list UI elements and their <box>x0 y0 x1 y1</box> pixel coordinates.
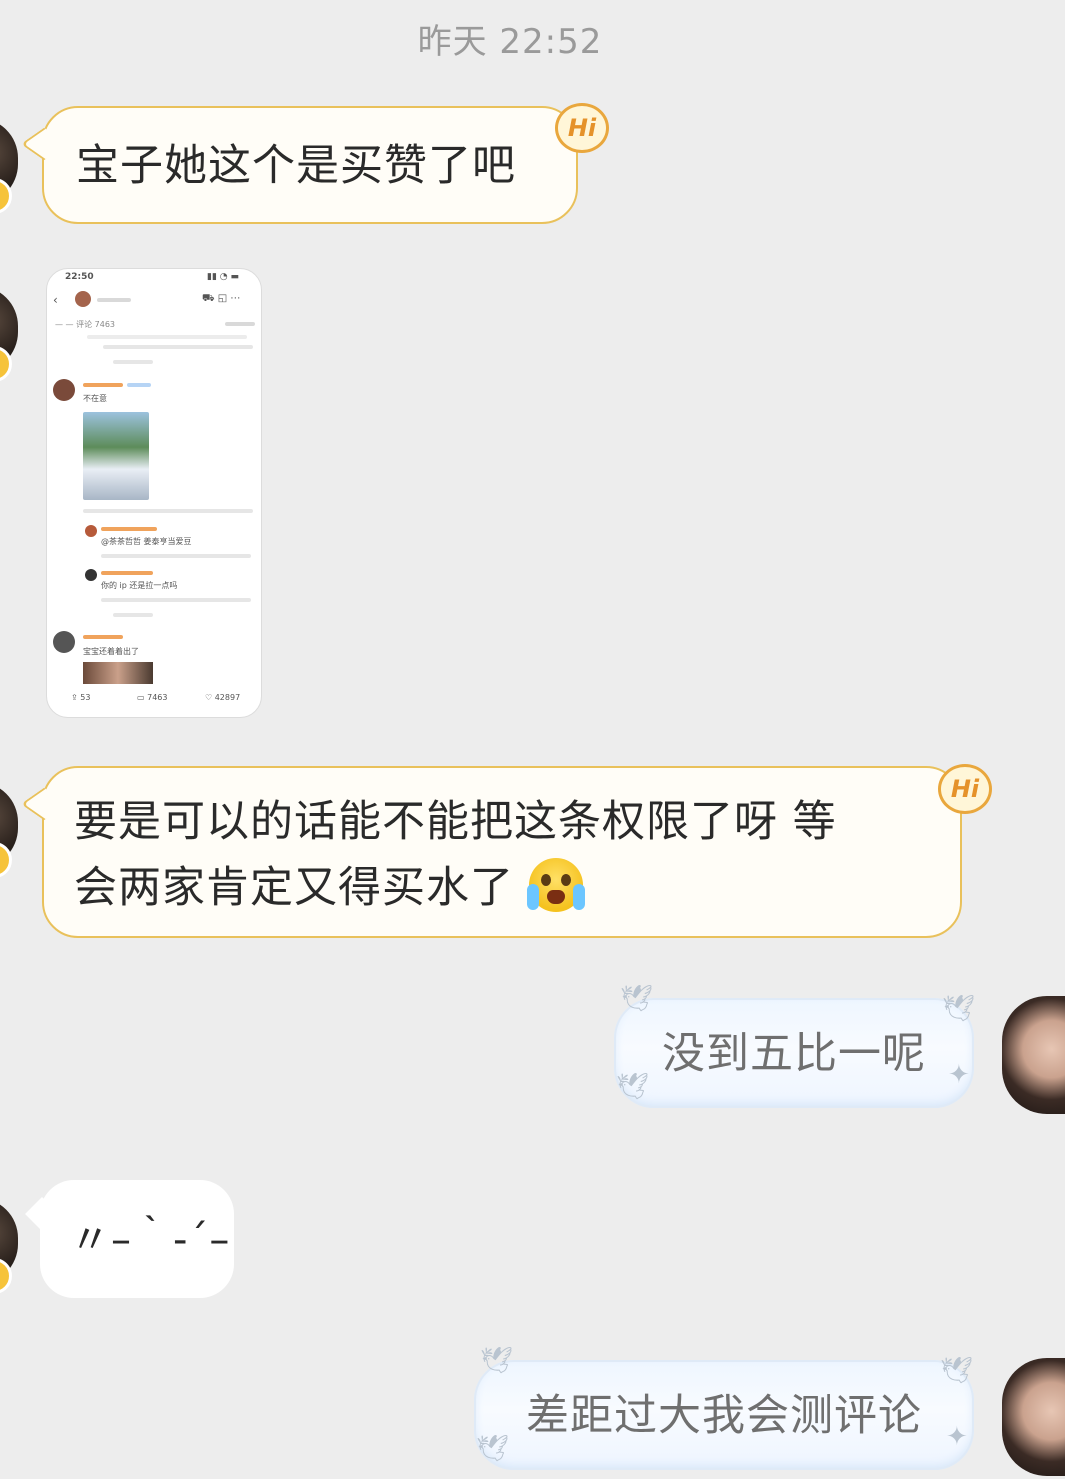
share-count: 53 <box>80 693 91 702</box>
message-text: 没到五比一呢 <box>662 1029 926 1079</box>
meta-line <box>113 360 153 364</box>
header-actions-icon: ⛟ ◱ ⋯ <box>202 293 241 304</box>
bird-decoration-icon: 🕊 <box>476 1434 510 1464</box>
message-text: 〃–｀-´– <box>70 1217 231 1263</box>
bird-decoration-icon: 🕊 <box>942 994 976 1024</box>
tear-icon <box>572 884 585 910</box>
meta-line <box>101 598 251 602</box>
username-bar <box>101 571 153 575</box>
meta-line <box>103 345 253 349</box>
bird-decoration-icon: 🕊 <box>940 1356 974 1386</box>
message-bubble[interactable]: 宝子她这个是买赞了吧 <box>20 106 578 224</box>
bird-decoration-icon: 🕊 <box>480 1346 514 1376</box>
message-text-line2-wrap: 会两家肯定又得买水了 <box>74 856 585 920</box>
avatar[interactable] <box>0 118 18 214</box>
sparkle-icon: ✦ <box>948 1060 970 1090</box>
status-icons: ▮▮ ◔ ▬ <box>207 272 239 282</box>
avatar <box>75 291 91 307</box>
bubble-tail <box>20 127 68 161</box>
username-bar <box>83 383 123 387</box>
avatar <box>85 525 97 537</box>
sparkle-icon: ✦ <box>946 1422 968 1452</box>
tab-label: 评论 7463 <box>76 320 115 329</box>
meta-line <box>113 613 153 617</box>
loudly-crying-face-emoji-icon <box>526 858 585 912</box>
hi-badge-icon: Hi <box>938 764 992 814</box>
meta-line <box>101 554 251 558</box>
bird-decoration-icon: 🕊 <box>620 984 654 1014</box>
avatar[interactable] <box>1002 996 1065 1114</box>
avatar <box>85 569 97 581</box>
timestamp: 昨天 22:52 <box>417 22 603 62</box>
bird-decoration-icon: 🕊 <box>616 1072 650 1102</box>
like-count: 42897 <box>214 693 241 702</box>
username-bar <box>97 298 131 302</box>
avatar <box>53 379 75 401</box>
avatar[interactable] <box>1002 1358 1065 1476</box>
badge-bar <box>127 383 151 387</box>
username-bar <box>83 635 123 639</box>
divider <box>87 335 247 339</box>
avatar <box>53 631 75 653</box>
comment-text: 宝宝还着着出了 <box>83 647 139 656</box>
reply-text: 你的 ip 还是拉一点吗 <box>101 581 178 590</box>
photo-thumbnail <box>83 412 149 500</box>
bubble-tail <box>20 787 68 821</box>
comment-count: 7463 <box>147 693 168 702</box>
reply-text: @茶茶哲哲 姜泰亨当爱豆 <box>101 537 192 546</box>
hi-badge-icon: Hi <box>555 103 609 153</box>
message-bubble[interactable]: 要是可以的话能不能把这条权限了呀 等 会两家肯定又得买水了 <box>20 766 962 938</box>
avatar[interactable] <box>0 286 18 382</box>
message-bubble[interactable]: 差距过大我会测评论 🕊 🕊 🕊 ✦ <box>474 1346 974 1470</box>
tear-icon <box>526 884 539 910</box>
sort-label <box>225 322 255 326</box>
message-text: 宝子她这个是买赞了吧 <box>76 141 516 191</box>
comment-text: 不在意 <box>83 394 107 403</box>
meta-line <box>83 509 253 513</box>
bubble-tail <box>25 1197 59 1231</box>
avatar[interactable] <box>0 1198 18 1294</box>
like-icon: ♡ 42897 <box>205 693 241 702</box>
message-bubble[interactable]: 〃–｀-´– <box>25 1180 234 1298</box>
photo-thumbnail <box>83 662 153 684</box>
image-message[interactable]: 22:50 ▮▮ ◔ ▬ ‹ ⛟ ◱ ⋯ — — 评论 7463 不在意 @茶茶… <box>46 268 262 718</box>
message-text: 差距过大我会测评论 <box>526 1391 922 1441</box>
message-bubble[interactable]: 没到五比一呢 🕊 🕊 🕊 ✦ <box>614 984 975 1108</box>
username-bar <box>101 527 157 531</box>
message-text-line2: 会两家肯定又得买水了 <box>74 863 514 913</box>
message-text-line1: 要是可以的话能不能把这条权限了呀 等 <box>74 797 837 847</box>
avatar[interactable] <box>0 782 18 878</box>
